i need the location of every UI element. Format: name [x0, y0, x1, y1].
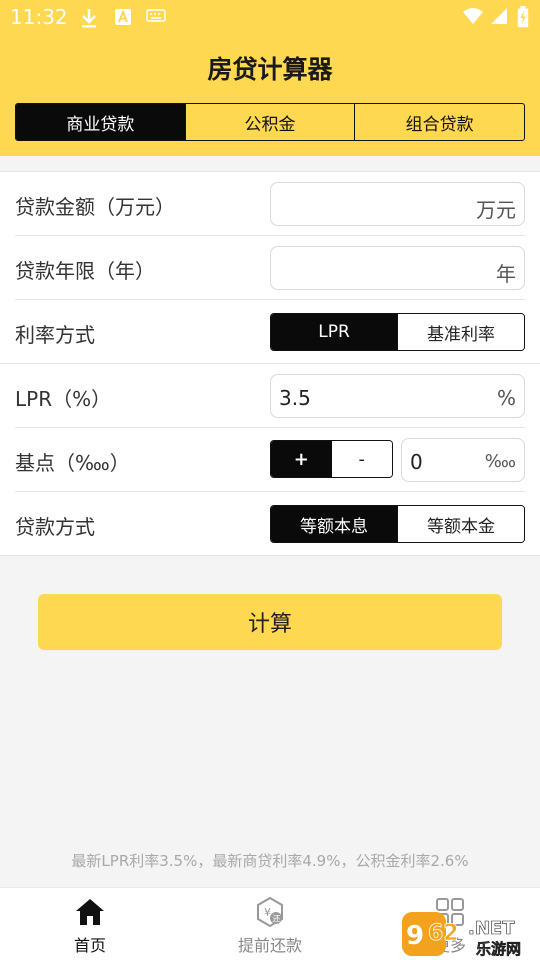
loan-years-unit: 年 [496, 262, 516, 286]
loan-amount-input[interactable]: 万元 [270, 182, 525, 226]
keyboard-icon [146, 8, 166, 26]
nav-prepayment[interactable]: ¥ 还 提前还款 [180, 888, 360, 960]
basis-plus-button[interactable]: + [271, 441, 332, 477]
a-notification-icon [114, 8, 132, 30]
row-basis-points: 基点（‱） + - 0 ‱ [0, 428, 540, 492]
page-title: 房贷计算器 [207, 55, 333, 84]
basis-points-label: 基点（‱） [15, 451, 130, 475]
loan-form: 贷款金额（万元） 万元 贷款年限（年） 年 利率方式 LPR 基准利率 LPR（… [0, 171, 540, 556]
wifi-icon [462, 7, 484, 29]
rate-mode-benchmark[interactable]: 基准利率 [397, 314, 524, 350]
basis-sign-toggle: + - [270, 440, 393, 478]
repayment-method-label: 贷款方式 [15, 515, 95, 539]
loan-type-tabs: 商业贷款 公积金 组合贷款 [15, 103, 525, 141]
status-bar: 11:32 [0, 0, 540, 36]
basis-points-unit: ‱ [484, 451, 516, 472]
site-watermark-logo: 9 62 .NET 乐游网 [402, 910, 538, 958]
row-lpr: LPR（%） 3.5 % [0, 364, 540, 428]
tab-provident-fund[interactable]: 公积金 [186, 104, 356, 140]
download-icon [80, 8, 98, 32]
row-loan-years: 贷款年限（年） 年 [0, 236, 540, 300]
nav-home-label: 首页 [73, 936, 106, 955]
repayment-method-toggle: 等额本息 等额本金 [270, 505, 525, 543]
nav-home[interactable]: 首页 [0, 888, 180, 960]
loan-amount-unit: 万元 [476, 198, 516, 222]
svg-text:.NET: .NET [468, 918, 515, 939]
rate-mode-lpr[interactable]: LPR [271, 314, 397, 350]
lpr-input[interactable]: 3.5 % [270, 374, 525, 418]
loan-amount-label: 贷款金额（万元） [15, 195, 175, 219]
signal-icon [490, 7, 508, 29]
tab-combined-loan[interactable]: 组合贷款 [355, 104, 524, 140]
svg-text:乐游网: 乐游网 [476, 940, 521, 958]
loan-years-label: 贷款年限（年） [15, 259, 155, 283]
loan-years-input[interactable]: 年 [270, 246, 525, 290]
nav-prepayment-label: 提前还款 [237, 936, 302, 955]
rate-note: 最新LPR利率3.5%，最新商贷利率4.9%，公积金利率2.6% [71, 852, 469, 870]
calculate-button[interactable]: 计算 [38, 594, 502, 650]
basis-minus-button[interactable]: - [331, 441, 392, 477]
row-loan-amount: 贷款金额（万元） 万元 [0, 172, 540, 236]
status-time: 11:32 [10, 5, 68, 29]
svg-text:¥: ¥ [264, 906, 271, 919]
svg-text:还: 还 [273, 914, 281, 924]
row-repayment-method: 贷款方式 等额本息 等额本金 [0, 492, 540, 556]
lpr-label: LPR（%） [15, 387, 112, 411]
repay-equal-principal[interactable]: 等额本金 [397, 506, 524, 542]
svg-text:62: 62 [428, 921, 459, 946]
home-icon [74, 896, 106, 928]
basis-points-value: 0 [410, 450, 423, 474]
battery-icon [517, 6, 529, 32]
header: 11:32 房贷计算器 商业贷款 公积金 组合贷款 [0, 0, 540, 156]
lpr-unit: % [496, 386, 516, 410]
prepay-icon: ¥ 还 [254, 896, 286, 928]
tab-commercial-loan[interactable]: 商业贷款 [16, 104, 186, 140]
svg-text:9: 9 [406, 921, 424, 951]
rate-mode-toggle: LPR 基准利率 [270, 313, 525, 351]
row-rate-mode: 利率方式 LPR 基准利率 [0, 300, 540, 364]
basis-points-input[interactable]: 0 ‱ [401, 438, 525, 482]
lpr-value: 3.5 [279, 386, 311, 410]
rate-mode-label: 利率方式 [15, 323, 95, 347]
repay-equal-installment[interactable]: 等额本息 [271, 506, 397, 542]
